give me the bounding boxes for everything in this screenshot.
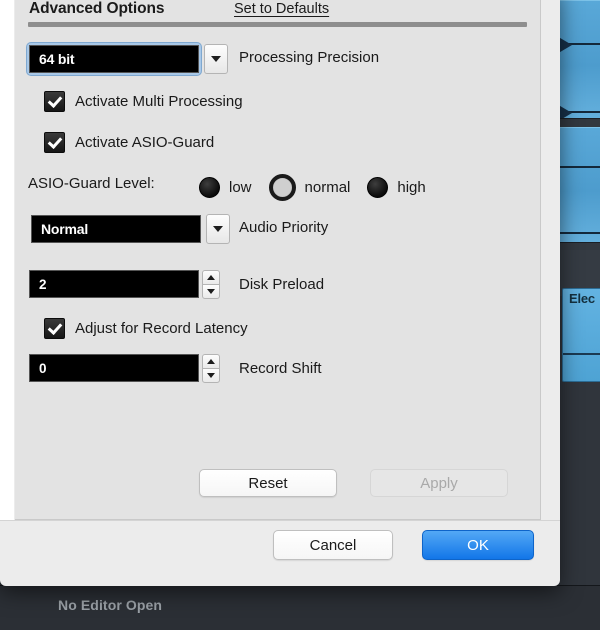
chevron-down-icon[interactable] — [206, 214, 230, 244]
row-record-shift: 0 Record Shift — [15, 354, 540, 384]
advanced-options-panel: Advanced Options Set to Defaults 64 bit … — [15, 0, 541, 520]
audio-priority-field[interactable]: Normal — [31, 215, 201, 243]
lower-zone-editor: No Editor Open — [0, 585, 600, 630]
triangle-down-glyph — [211, 56, 221, 62]
disk-preload-value: 2 — [30, 277, 47, 292]
stepper-up-icon[interactable] — [202, 354, 220, 368]
triangle-down-glyph — [207, 373, 215, 378]
checkbox-icon[interactable] — [44, 91, 65, 112]
adjust-for-record-latency-checkbox[interactable]: Adjust for Record Latency — [15, 318, 248, 339]
activate-multi-processing-label: Activate Multi Processing — [75, 93, 243, 110]
dialog-left-gutter — [0, 0, 14, 520]
disk-preload-field[interactable]: 2 — [29, 270, 199, 298]
radio-low-label[interactable]: low — [229, 179, 252, 196]
checkbox-icon[interactable] — [44, 132, 65, 153]
triangle-up-glyph — [207, 359, 215, 364]
row-processing-precision: 64 bit Processing Precision — [15, 43, 540, 73]
activate-multi-processing-checkbox[interactable]: Activate Multi Processing — [15, 91, 243, 112]
audio-priority-value: Normal — [32, 221, 88, 237]
row-asio-guard-level: ASIO-Guard Level: low normal high — [15, 169, 540, 199]
stepper-buttons[interactable] — [202, 270, 220, 299]
midi-part[interactable]: Elec — [562, 288, 600, 382]
processing-precision-value: 64 bit — [30, 51, 74, 67]
asio-guard-level-label: ASIO-Guard Level: — [28, 169, 155, 199]
asio-guard-level-radio-group: low normal high — [199, 174, 426, 201]
processing-precision-combo[interactable]: 64 bit — [27, 43, 228, 75]
disk-preload-label: Disk Preload — [239, 270, 324, 300]
stepper-down-icon[interactable] — [202, 368, 220, 383]
device-setup-dialog: Advanced Options Set to Defaults 64 bit … — [0, 0, 560, 586]
cancel-button[interactable]: Cancel — [273, 530, 393, 560]
stepper-buttons[interactable] — [202, 354, 220, 383]
triangle-down-glyph — [213, 226, 223, 232]
triangle-up-glyph — [207, 275, 215, 280]
stepper-up-icon[interactable] — [202, 270, 220, 284]
stepper-down-icon[interactable] — [202, 284, 220, 299]
triangle-down-glyph — [207, 289, 215, 294]
record-shift-stepper[interactable]: 0 — [29, 354, 220, 383]
row-disk-preload: 2 Disk Preload — [15, 270, 540, 300]
set-to-defaults-link[interactable]: Set to Defaults — [234, 1, 329, 17]
focus-ring: 64 bit — [27, 43, 201, 75]
checkbox-icon[interactable] — [44, 318, 65, 339]
header-divider — [28, 22, 527, 27]
reset-button[interactable]: Reset — [199, 469, 337, 497]
disk-preload-stepper[interactable]: 2 — [29, 270, 220, 299]
activate-asio-guard-label: Activate ASIO-Guard — [75, 134, 214, 151]
focus-ring: Normal — [29, 213, 203, 245]
audio-priority-combo[interactable]: Normal — [29, 213, 230, 245]
record-shift-label: Record Shift — [239, 354, 322, 384]
adjust-for-record-latency-label: Adjust for Record Latency — [75, 320, 248, 337]
radio-high-label[interactable]: high — [397, 179, 425, 196]
ok-button[interactable]: OK — [422, 530, 534, 560]
radio-normal[interactable] — [269, 174, 296, 201]
record-shift-field[interactable]: 0 — [29, 354, 199, 382]
radio-normal-label[interactable]: normal — [305, 179, 351, 196]
chevron-down-icon[interactable] — [204, 44, 228, 74]
processing-precision-label: Processing Precision — [239, 43, 379, 73]
audio-priority-label: Audio Priority — [239, 213, 328, 243]
row-audio-priority: Normal Audio Priority — [15, 213, 540, 243]
processing-precision-field[interactable]: 64 bit — [29, 45, 199, 73]
radio-low[interactable] — [199, 177, 220, 198]
midi-event-line — [563, 353, 600, 355]
midi-part-label: Elec — [563, 289, 600, 306]
editor-status-label: No Editor Open — [58, 597, 162, 613]
page-title: Advanced Options — [29, 0, 164, 18]
radio-high[interactable] — [367, 177, 388, 198]
activate-asio-guard-checkbox[interactable]: Activate ASIO-Guard — [15, 132, 214, 153]
footer-separator — [0, 520, 560, 521]
apply-button: Apply — [370, 469, 508, 497]
record-shift-value: 0 — [30, 361, 47, 376]
